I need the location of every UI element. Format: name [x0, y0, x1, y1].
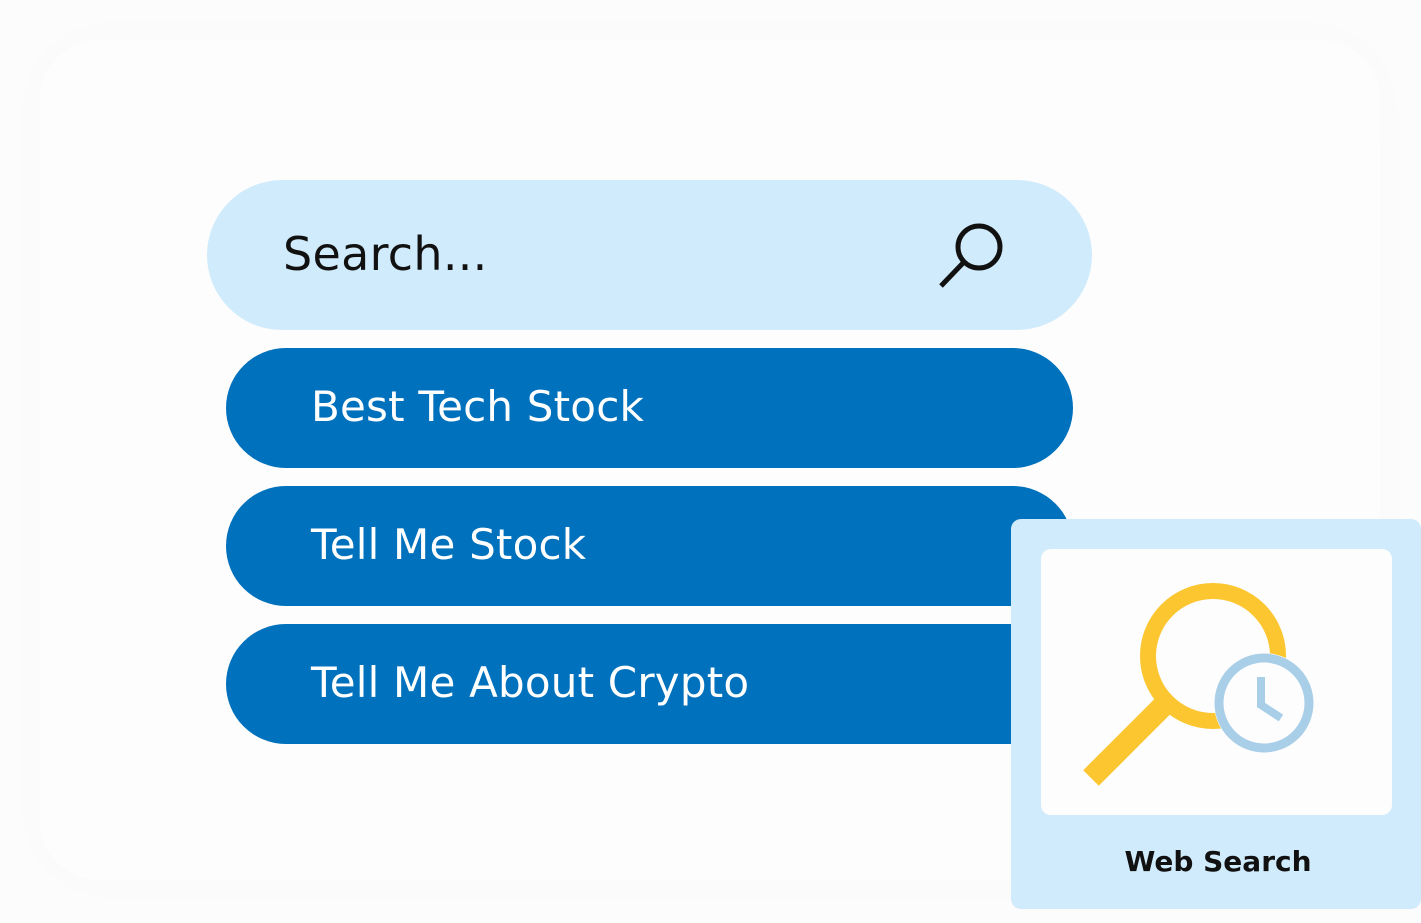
card-label: Web Search: [1124, 845, 1312, 878]
suggestion-best-tech-stock[interactable]: Best Tech Stock: [226, 348, 1073, 468]
magnifier-clock-icon: [1041, 549, 1392, 815]
suggestion-tell-me-about-crypto[interactable]: Tell Me About Crypto: [226, 624, 1073, 744]
suggestion-label: Tell Me Stock: [311, 520, 587, 569]
search-bar[interactable]: Search...: [207, 180, 1092, 330]
search-input[interactable]: Search...: [283, 226, 488, 282]
suggestion-label: Tell Me About Crypto: [311, 658, 750, 707]
suggestion-tell-me-stock[interactable]: Tell Me Stock: [226, 486, 1073, 606]
web-search-card[interactable]: Web Search: [1011, 519, 1421, 909]
search-icon[interactable]: [935, 220, 1011, 290]
suggestion-label: Best Tech Stock: [311, 382, 645, 431]
